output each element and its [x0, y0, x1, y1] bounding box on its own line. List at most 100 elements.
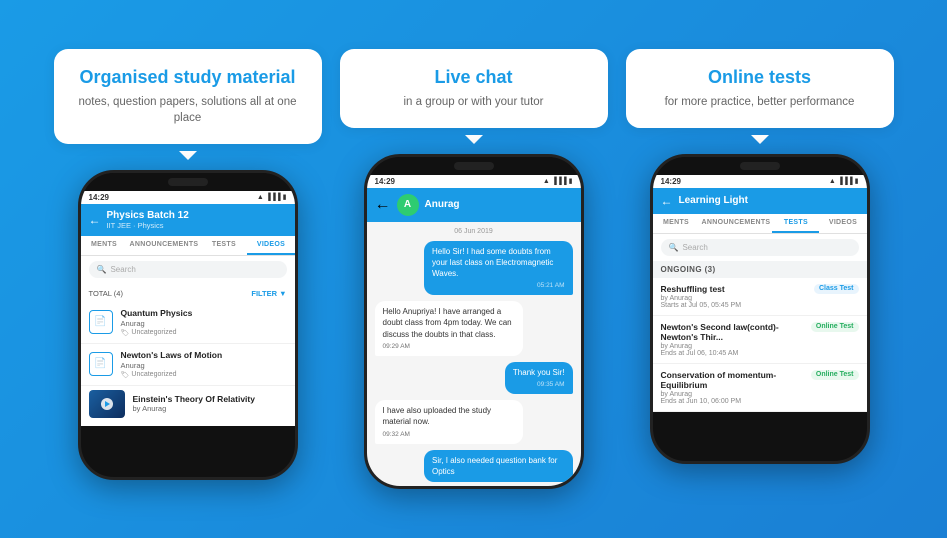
- back-arrow-3[interactable]: ←: [661, 194, 673, 208]
- tab-announcements-3[interactable]: ANNOUNCEMENTS: [700, 214, 773, 233]
- thumb-info-1: Einstein's Theory Of Relativity by Anura…: [133, 394, 255, 413]
- filter-row-1: TOTAL (4) FILTER ▼: [81, 287, 295, 302]
- list-item[interactable]: Newton's Second law(contd)-Newton's Thir…: [653, 316, 867, 364]
- tag-icon-1: 🏷: [121, 329, 130, 337]
- play-button-1[interactable]: [101, 398, 113, 410]
- file-name-1: Quantum Physics: [121, 308, 193, 318]
- list-item[interactable]: 📄 Newton's Laws of Motion Anurag 🏷 Uncat…: [81, 344, 295, 386]
- test-date-3: Ends at Jun 10, 06:00 PM: [661, 398, 859, 405]
- phone-notch-3: [653, 157, 867, 175]
- tab-tests-1[interactable]: TESTS: [200, 236, 247, 255]
- phone-2: 14:29 ▲ ▐▐▐ ▮ ← A Anurag 06 Jun 2019 Hel…: [364, 154, 584, 489]
- status-icons-1: ▲ ▐▐▐ ▮: [257, 193, 287, 201]
- status-icons-3: ▲ ▐▐▐ ▮: [829, 177, 859, 185]
- app-title-3: Learning Light: [679, 195, 859, 206]
- tab-announcements-1[interactable]: ANNOUNCEMENTS: [128, 236, 201, 255]
- notch-pill-1: [168, 178, 208, 186]
- list-item: Hello Sir! I had some doubts from your l…: [424, 241, 573, 296]
- status-icons-2: ▲ ▐▐▐ ▮: [543, 177, 573, 185]
- search-input-container-3[interactable]: 🔍 Search: [661, 239, 859, 256]
- msg-time-4: 09:32 AM: [383, 430, 516, 439]
- wifi-icon-3: ▲: [829, 178, 836, 185]
- tab-videos-1[interactable]: VIDEOS: [247, 236, 294, 255]
- file-doc-icon-2: 📄: [89, 352, 113, 376]
- callout-subtext-3: for more practice, better performance: [648, 94, 872, 110]
- msg-time-3: 09:35 AM: [513, 380, 565, 389]
- callout-heading-2: Live chat: [362, 67, 586, 89]
- status-bar-3: 14:29 ▲ ▐▐▐ ▮: [653, 175, 867, 188]
- callout-online-tests: Online tests for more practice, better p…: [626, 49, 894, 128]
- app-bar-3: ← Learning Light: [653, 188, 867, 214]
- test-title-row-3: Conservation of momentum-Equilibrium Onl…: [661, 370, 859, 390]
- msg-text-5: Sir, I also needed question bank for Opt…: [432, 455, 565, 477]
- tag-icon-2: 🏷: [121, 371, 130, 379]
- list-item: Hello Anupriya! I have arranged a doubt …: [375, 301, 524, 356]
- notch-pill-3: [740, 162, 780, 170]
- test-badge-2: Online Test: [811, 322, 859, 332]
- list-item[interactable]: Conservation of momentum-Equilibrium Onl…: [653, 364, 867, 412]
- test-author-1: by Anurag: [661, 295, 859, 302]
- tabs-1: MENTS ANNOUNCEMENTS TESTS VIDEOS: [81, 236, 295, 256]
- search-icon-3: 🔍: [669, 243, 679, 252]
- callout-subtext-1: notes, question papers, solutions all at…: [76, 94, 300, 126]
- tab-tests-3[interactable]: TESTS: [772, 214, 819, 233]
- filter-button-1[interactable]: FILTER ▼: [251, 289, 286, 298]
- title-block-3: Learning Light: [679, 195, 859, 206]
- test-date-2: Ends at Jul 06, 10:45 AM: [661, 350, 859, 357]
- status-bar-1: 14:29 ▲ ▐▐▐ ▮: [81, 191, 295, 204]
- file-doc-icon-1: 📄: [89, 310, 113, 334]
- tab-ments-1[interactable]: MENTS: [81, 236, 128, 255]
- filter-icon-1: ▼: [279, 289, 286, 298]
- play-triangle-icon-1: [105, 401, 110, 407]
- date-divider-2: 06 Jun 2019: [367, 222, 581, 237]
- list-item[interactable]: Reshuffling test Class Test by Anurag St…: [653, 278, 867, 316]
- callout-heading-1: Organised study material: [76, 67, 300, 89]
- test-author-2: by Anurag: [661, 343, 859, 350]
- search-input-container-1[interactable]: 🔍 Search: [89, 261, 287, 278]
- file-list-1: TOTAL (4) FILTER ▼ 📄 Quantum Physics Anu…: [81, 283, 295, 426]
- time-3: 14:29: [661, 177, 681, 186]
- test-title-row-1: Reshuffling test Class Test: [661, 284, 859, 294]
- wifi-icon-1: ▲: [257, 194, 264, 201]
- tab-ments-3[interactable]: MENTS: [653, 214, 700, 233]
- title-block-1: Physics Batch 12 IIT JEE · Physics: [107, 210, 287, 230]
- msg-text-2: Hello Anupriya! I have arranged a doubt …: [383, 306, 516, 340]
- test-date-1: Starts at Jul 05, 05:45 PM: [661, 302, 859, 309]
- phone-notch-2: [367, 157, 581, 175]
- list-item[interactable]: Einstein's Theory Of Relativity by Anura…: [81, 386, 295, 422]
- search-placeholder-3: Search: [682, 243, 707, 252]
- msg-text-1: Hello Sir! I had some doubts from your l…: [432, 246, 565, 280]
- tabs-3: MENTS ANNOUNCEMENTS TESTS VIDEOS: [653, 214, 867, 234]
- msg-time-1: 05:21 AM: [432, 281, 565, 290]
- file-info-2: Newton's Laws of Motion Anurag 🏷 Uncateg…: [121, 350, 223, 379]
- status-bar-2: 14:29 ▲ ▐▐▐ ▮: [367, 175, 581, 188]
- callout-heading-3: Online tests: [648, 67, 872, 89]
- list-item[interactable]: 📄 Quantum Physics Anurag 🏷 Uncategorized: [81, 302, 295, 344]
- callout-subtext-2: in a group or with your tutor: [362, 94, 586, 110]
- tab-videos-3[interactable]: VIDEOS: [819, 214, 866, 233]
- phone-notch-1: [81, 173, 295, 191]
- panels-container: Organised study material notes, question…: [0, 31, 947, 507]
- back-arrow-2[interactable]: ←: [375, 196, 391, 214]
- wifi-icon-2: ▲: [543, 178, 550, 185]
- callout-live-chat: Live chat in a group or with your tutor: [340, 49, 608, 128]
- avatar-2: A: [397, 194, 419, 216]
- chat-app-bar-2: ← A Anurag: [367, 188, 581, 222]
- back-arrow-1[interactable]: ←: [89, 213, 101, 227]
- app-subtitle-1: IIT JEE · Physics: [107, 221, 287, 230]
- msg-text-4: I have also uploaded the study material …: [383, 405, 516, 427]
- phone-1: 14:29 ▲ ▐▐▐ ▮ ← Physics Batch 12 IIT JEE…: [78, 170, 298, 480]
- search-bar-3: 🔍 Search: [653, 234, 867, 261]
- file-tag-1: 🏷 Uncategorized: [121, 329, 193, 337]
- test-name-3: Conservation of momentum-Equilibrium: [661, 370, 807, 390]
- time-2: 14:29: [375, 177, 395, 186]
- signal-icon-3: ▐▐▐: [838, 178, 853, 185]
- total-label-1: TOTAL (4): [89, 289, 123, 298]
- app-title-1: Physics Batch 12: [107, 210, 287, 221]
- chat-name-2: Anurag: [425, 199, 460, 210]
- list-item: I have also uploaded the study material …: [375, 400, 524, 443]
- search-bar-1: 🔍 Search: [81, 256, 295, 283]
- messages-container-2: Hello Sir! I had some doubts from your l…: [367, 237, 581, 486]
- search-icon-1: 🔍: [97, 265, 107, 274]
- file-author-2: Anurag: [121, 361, 223, 370]
